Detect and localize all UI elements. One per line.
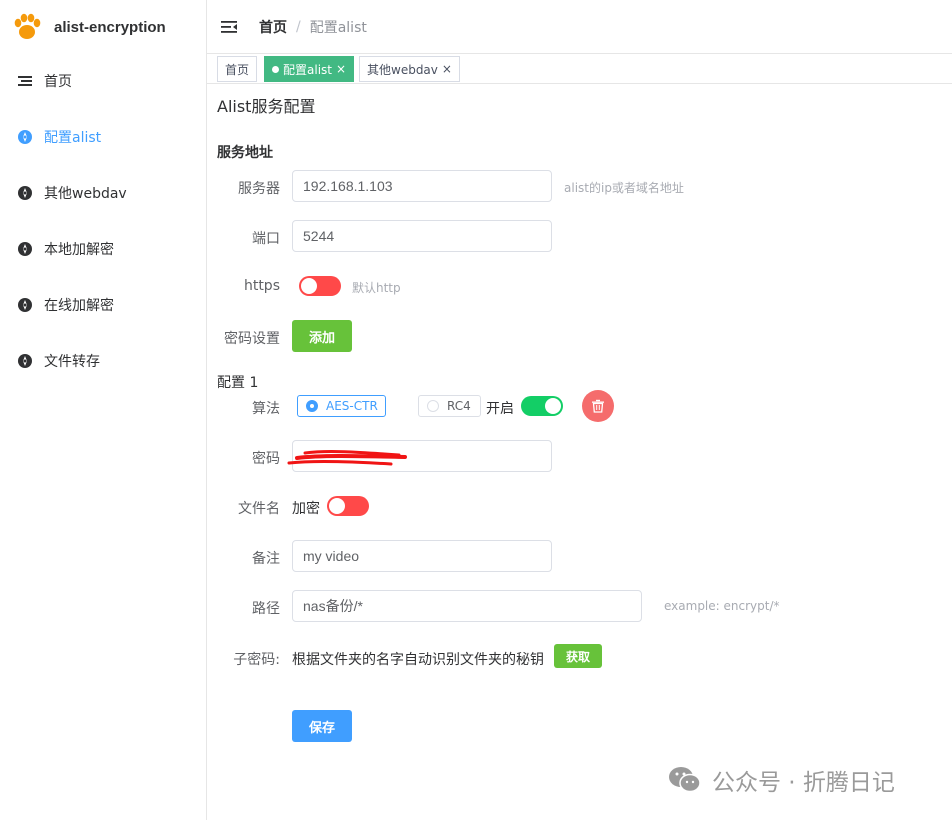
- enable-label: 开启: [486, 401, 514, 417]
- add-button[interactable]: 添加: [292, 320, 352, 352]
- brand[interactable]: alist-encryption: [0, 0, 207, 54]
- switch-knob: [329, 498, 345, 514]
- tab-other-webdav[interactable]: 其他webdav ×: [359, 56, 460, 82]
- path-label: 路径: [252, 601, 280, 617]
- watermark: 公众号 · 折腾日记: [668, 762, 895, 798]
- wechat-icon: [669, 767, 701, 793]
- path-input[interactable]: nas备份/*: [292, 590, 642, 622]
- sidebar-item-label: 在线加解密: [44, 298, 114, 314]
- port-value: 5244: [303, 228, 335, 244]
- algo-radio-aes-ctr[interactable]: AES-CTR: [297, 395, 386, 417]
- https-switch[interactable]: [299, 276, 341, 296]
- sidebar-item-config-alist[interactable]: 配置alist: [0, 109, 206, 165]
- password-input[interactable]: [287, 440, 552, 472]
- server-label: 服务器: [238, 181, 280, 197]
- compass-icon: [17, 185, 33, 201]
- filename-encrypt-label: 加密: [292, 501, 320, 517]
- radio-label: RC4: [447, 399, 471, 413]
- remark-label: 备注: [252, 551, 280, 567]
- config-title: 配置 1: [217, 375, 259, 391]
- path-hint: example: encrypt/*: [664, 599, 780, 613]
- sidebar-item-label: 首页: [44, 74, 72, 90]
- filename-encrypt-switch[interactable]: [327, 496, 369, 516]
- compass-icon: [17, 129, 33, 145]
- menu-list-icon: [17, 73, 33, 89]
- menu-fold-icon[interactable]: [220, 18, 238, 36]
- tags-view-bar: 首页 配置alist × 其他webdav ×: [207, 54, 952, 84]
- close-icon[interactable]: ×: [442, 62, 452, 76]
- server-hint: alist的ip或者域名地址: [564, 181, 684, 195]
- compass-icon: [17, 353, 33, 369]
- server-value: 192.168.1.103: [303, 178, 393, 194]
- password-setting-label: 密码设置: [224, 331, 280, 347]
- tab-config-alist[interactable]: 配置alist ×: [264, 56, 355, 82]
- radio-checked-icon: [306, 400, 318, 412]
- https-label: https: [243, 278, 280, 294]
- trash-icon: [592, 399, 604, 413]
- tab-label: 首页: [225, 62, 250, 77]
- switch-knob: [301, 278, 317, 294]
- close-icon[interactable]: ×: [336, 62, 346, 76]
- app-title: alist-encryption: [54, 18, 166, 36]
- password-label: 密码: [252, 451, 280, 467]
- port-input[interactable]: 5244: [292, 220, 552, 252]
- header: 首页 / 配置alist: [207, 0, 952, 54]
- sidebar-item-online-crypto[interactable]: 在线加解密: [0, 277, 206, 333]
- sidebar-item-home[interactable]: 首页: [0, 53, 206, 109]
- subkey-label: 子密码:: [233, 652, 280, 668]
- sidebar-item-other-webdav[interactable]: 其他webdav: [0, 165, 206, 221]
- sidebar-item-label: 本地加解密: [44, 242, 114, 258]
- filename-label: 文件名: [238, 501, 280, 517]
- watermark-text: 公众号 · 折腾日记: [712, 770, 895, 796]
- tab-label: 其他webdav: [367, 62, 438, 77]
- breadcrumb-home[interactable]: 首页: [259, 17, 287, 37]
- breadcrumb-separator: /: [296, 18, 301, 35]
- fetch-button[interactable]: 获取: [554, 644, 602, 668]
- sidebar-item-label: 其他webdav: [44, 186, 127, 202]
- remark-input[interactable]: my video: [292, 540, 552, 572]
- tab-label: 配置alist: [283, 62, 332, 77]
- remark-value: my video: [303, 548, 360, 564]
- port-label: 端口: [252, 231, 280, 247]
- algo-radio-rc4[interactable]: RC4: [418, 395, 481, 417]
- sidebar-item-label: 文件转存: [44, 354, 100, 370]
- delete-config-button[interactable]: [582, 390, 614, 422]
- sidebar: alist-encryption 首页 配置alist 其他webdav 本地加…: [0, 0, 207, 820]
- radio-unchecked-icon: [427, 400, 439, 412]
- algo-label: 算法: [252, 401, 280, 417]
- section-title-service: 服务地址: [217, 145, 273, 161]
- path-value: nas备份/*: [303, 598, 363, 614]
- paw-logo-icon: [14, 13, 41, 39]
- enable-switch[interactable]: [521, 396, 563, 416]
- subkey-description: 根据文件夹的名字自动识别文件夹的秘钥: [292, 652, 544, 668]
- sidebar-item-label: 配置alist: [44, 130, 102, 146]
- compass-icon: [17, 297, 33, 313]
- sidebar-item-local-crypto[interactable]: 本地加解密: [0, 221, 206, 277]
- breadcrumb: 首页 / 配置alist: [259, 17, 367, 37]
- sidebar-item-file-transfer[interactable]: 文件转存: [0, 333, 206, 389]
- save-button[interactable]: 保存: [292, 710, 352, 742]
- radio-label: AES-CTR: [326, 399, 378, 413]
- compass-icon: [17, 241, 33, 257]
- switch-knob: [545, 398, 561, 414]
- tab-home[interactable]: 首页: [217, 56, 258, 82]
- https-hint: 默认http: [352, 281, 401, 295]
- breadcrumb-current: 配置alist: [309, 19, 367, 36]
- page-title: Alist服务配置: [217, 97, 316, 116]
- server-input[interactable]: 192.168.1.103: [292, 170, 552, 202]
- redaction-scribble: [287, 450, 407, 466]
- active-dot-icon: [272, 65, 279, 73]
